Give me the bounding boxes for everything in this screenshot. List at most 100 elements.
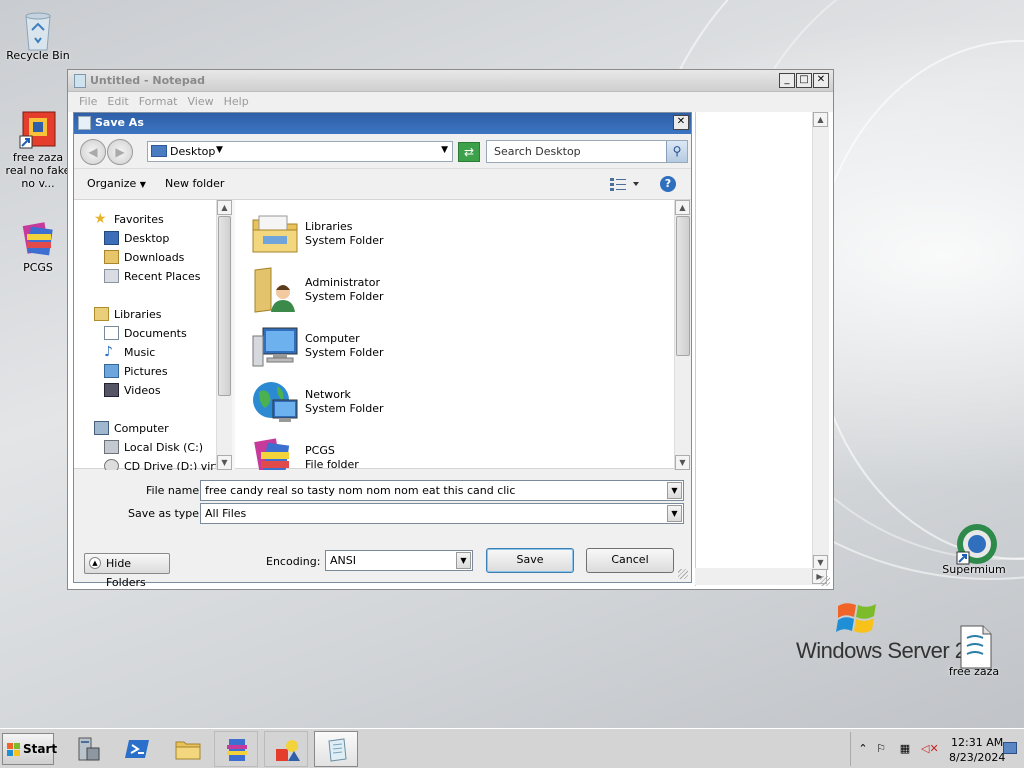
search-input[interactable]: Search Desktop: [494, 145, 581, 158]
taskbar-winrar[interactable]: [214, 731, 258, 767]
start-button[interactable]: Start: [2, 733, 58, 765]
scroll-up-arrow-icon[interactable]: ▲: [217, 200, 232, 215]
notepad-vertical-scrollbar[interactable]: ▲ ▼: [812, 112, 829, 570]
nav-item-label: Libraries: [114, 308, 162, 321]
scroll-up-arrow-icon[interactable]: ▲: [813, 112, 828, 127]
hide-folders-label: Hide Folders: [106, 557, 146, 589]
cancel-button[interactable]: Cancel: [586, 548, 674, 573]
clock-time[interactable]: 12:31 AM: [951, 736, 1003, 749]
encoding-value: ANSI: [330, 554, 356, 567]
file-explorer-icon: [175, 741, 201, 760]
desktop: Recycle Bin free zaza real no fake no v.…: [0, 0, 1024, 728]
taskbar-app[interactable]: [264, 731, 308, 767]
taskbar-powershell[interactable]: [116, 731, 160, 767]
menu-format[interactable]: Format: [134, 92, 183, 112]
menu-file[interactable]: File: [74, 92, 102, 112]
clock-date[interactable]: 8/23/2024: [949, 751, 1005, 764]
notepad-icon: [78, 116, 91, 130]
nav-item-label: Videos: [124, 384, 161, 397]
file-name-input[interactable]: free candy real so tasty nom nom nom eat…: [205, 484, 665, 497]
hide-folders-button[interactable]: ▲ Hide Folders: [84, 553, 170, 589]
address-history-chevron-down-icon[interactable]: ▼: [441, 145, 448, 155]
taskbar-notepad[interactable]: [314, 731, 358, 767]
notepad-icon: [74, 74, 86, 88]
menu-view[interactable]: View: [183, 92, 219, 112]
winrar-folder-icon: [254, 438, 290, 470]
desktop-icon-free-zaza[interactable]: free zaza: [939, 624, 1009, 678]
recycle-bin-icon: [19, 8, 57, 51]
file-item-network[interactable]: Network System Folder: [251, 378, 501, 428]
encoding-select[interactable]: ANSI ▼: [325, 550, 473, 571]
file-type: System Folder: [305, 346, 384, 359]
scroll-up-arrow-icon[interactable]: ▲: [675, 200, 690, 215]
hard-drive-icon: [104, 440, 119, 454]
breadcrumb-chevron-down-icon[interactable]: ▼: [216, 145, 223, 155]
notepad-menubar: File Edit Format View Help: [68, 92, 833, 112]
show-hidden-icons-chevron-up-icon[interactable]: ⌃: [855, 742, 871, 756]
change-view-button[interactable]: [610, 177, 639, 191]
notepad-text-area[interactable]: [695, 112, 831, 586]
desktop-icon-label: PCGS: [23, 261, 53, 274]
file-item-computer[interactable]: Computer System Folder: [251, 322, 501, 372]
dialog-close-button[interactable]: ✕: [673, 115, 689, 130]
save-as-title: Save As: [95, 116, 144, 129]
start-label: Start: [23, 742, 58, 756]
save-as-type-select[interactable]: All Files ▼: [200, 503, 684, 524]
menu-edit[interactable]: Edit: [102, 92, 133, 112]
network-icon[interactable]: ▦: [897, 742, 913, 756]
save-as-titlebar[interactable]: Save As ✕: [74, 113, 691, 134]
notepad-horizontal-scrollbar[interactable]: ▶: [695, 568, 827, 585]
scroll-down-arrow-icon[interactable]: ▼: [675, 455, 690, 470]
file-name-combobox[interactable]: free candy real so tasty nom nom nom eat…: [200, 480, 684, 501]
file-name: Network: [305, 388, 351, 401]
help-icon[interactable]: ?: [660, 176, 676, 192]
taskbar-server-manager[interactable]: [66, 731, 110, 767]
cd-drive-icon: [104, 459, 119, 470]
resize-grip-icon[interactable]: [820, 576, 830, 586]
menu-help[interactable]: Help: [219, 92, 254, 112]
file-type: System Folder: [305, 290, 384, 303]
chevron-down-icon[interactable]: ▼: [667, 482, 682, 499]
file-name: Libraries: [305, 220, 353, 233]
organize-button[interactable]: Organize ▼: [87, 177, 146, 190]
new-folder-button[interactable]: New folder: [165, 177, 224, 190]
search-icon[interactable]: ⚲: [666, 141, 687, 162]
desktop-icon-recycle-bin[interactable]: Recycle Bin: [3, 8, 73, 62]
organize-label: Organize: [87, 177, 137, 190]
file-list-scrollbar[interactable]: ▲ ▼: [674, 200, 691, 470]
scroll-down-arrow-icon[interactable]: ▼: [217, 455, 232, 470]
maximize-button[interactable]: □: [796, 73, 812, 88]
desktop-icon-supermium[interactable]: Supermium: [939, 522, 1009, 576]
show-desktop-icon[interactable]: [1003, 742, 1017, 754]
videos-icon: [104, 383, 119, 397]
desktop-icon-pcgs[interactable]: PCGS: [3, 220, 73, 274]
file-item-administrator[interactable]: Administrator System Folder: [251, 266, 501, 316]
nav-item-label: Pictures: [124, 365, 168, 378]
desktop-icon-free-zaza-real[interactable]: free zaza real no fake no v...: [3, 110, 73, 190]
action-center-flag-icon[interactable]: ⚐: [873, 742, 889, 756]
address-current-location[interactable]: Desktop: [170, 145, 215, 158]
file-item-libraries[interactable]: Libraries System Folder: [251, 210, 501, 260]
close-button[interactable]: ✕: [813, 73, 829, 88]
taskbar-explorer[interactable]: [166, 731, 210, 767]
notepad-titlebar[interactable]: Untitled - Notepad _ □ ✕: [68, 70, 833, 92]
navigation-pane-scrollbar[interactable]: ▲ ▼: [216, 200, 232, 470]
file-item-pcgs[interactable]: PCGS File folder: [251, 434, 501, 470]
save-button[interactable]: Save: [486, 548, 574, 573]
chevron-down-icon[interactable]: ▼: [667, 505, 682, 522]
scrollbar-thumb[interactable]: [218, 216, 231, 396]
forward-button[interactable]: ▶: [107, 139, 133, 165]
nav-item-label: CD Drive (D:) virtio: [124, 460, 229, 470]
desktop-icon: [104, 231, 119, 245]
back-button[interactable]: ◀: [80, 139, 106, 165]
minimize-button[interactable]: _: [779, 73, 795, 88]
nav-item-label: Computer: [114, 422, 169, 435]
search-box[interactable]: Search Desktop ⚲: [486, 140, 688, 163]
chevron-down-icon[interactable]: ▼: [456, 552, 471, 569]
nav-item-label: Favorites: [114, 213, 164, 226]
resize-grip-icon[interactable]: [678, 569, 688, 579]
address-bar[interactable]: Desktop ▼ ▼: [147, 141, 453, 162]
refresh-button[interactable]: ⇄: [458, 142, 480, 162]
scrollbar-thumb[interactable]: [676, 216, 690, 356]
volume-muted-icon[interactable]: ◁✕: [921, 742, 939, 756]
